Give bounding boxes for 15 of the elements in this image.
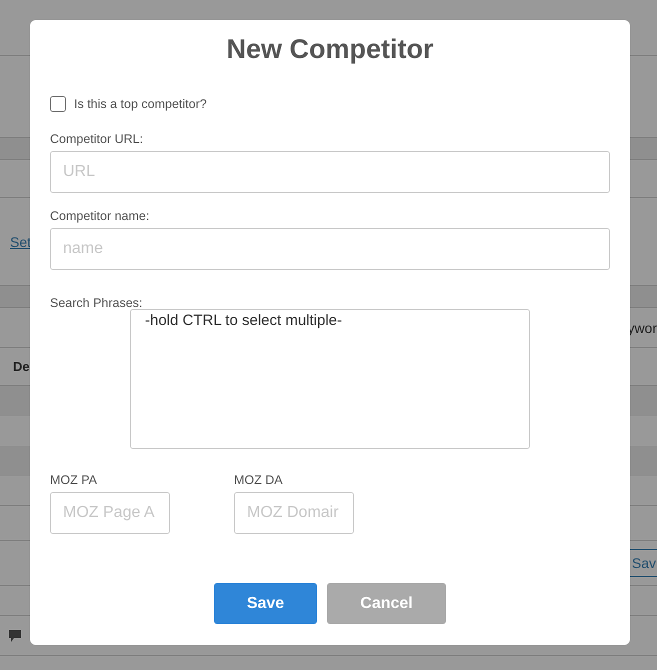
field-label: MOZ DA — [234, 473, 284, 487]
background-column-header: De — [13, 359, 30, 374]
field-label: Search Phrases: — [50, 296, 144, 310]
list-option[interactable]: -hold CTRL to select multiple- — [145, 312, 515, 329]
background-link[interactable]: Set — [10, 234, 32, 250]
checkbox[interactable] — [50, 96, 66, 112]
dialog-title: New Competitor — [225, 34, 434, 65]
field-label: MOZ PA — [50, 473, 98, 487]
save-button[interactable]: Save — [214, 583, 317, 624]
checkbox-label: Is this a top competitor? — [74, 97, 207, 111]
field-label: Competitor URL: — [50, 132, 144, 146]
comment-icon[interactable] — [8, 628, 22, 642]
field-label: Competitor name: — [50, 209, 150, 223]
search-phrases-list[interactable]: -hold CTRL to select multiple- — [130, 309, 530, 449]
cancel-button[interactable]: Cancel — [327, 583, 446, 624]
